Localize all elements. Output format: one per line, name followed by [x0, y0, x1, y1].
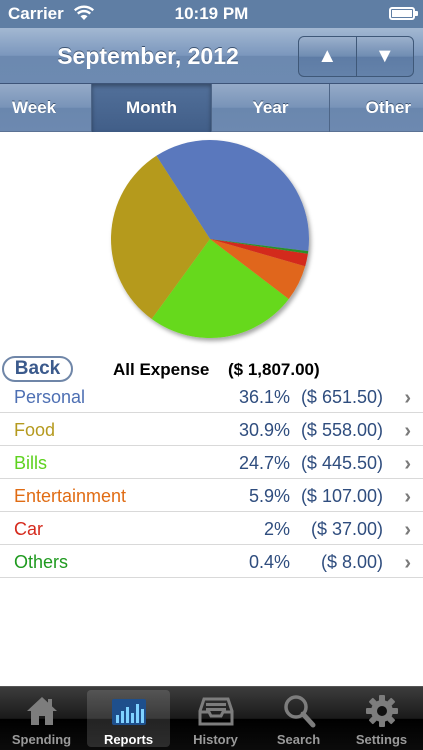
chevron-right-icon: › — [404, 387, 411, 409]
category-percent: 24.7% — [238, 453, 290, 473]
tab-month-label: Month — [126, 98, 177, 117]
category-name: Personal — [14, 387, 86, 407]
tab-reports[interactable]: Reports — [87, 690, 170, 747]
category-amount: ($ 558.00) — [300, 420, 383, 440]
app-screen: Carrier 10:19 PM September, 2012 ▲ ▼ Wee… — [0, 0, 423, 750]
category-amount: ($ 445.50) — [300, 453, 383, 473]
chevron-right-icon: › — [404, 519, 411, 541]
pie-chart-svg — [110, 140, 309, 339]
tab-search[interactable]: Search — [257, 687, 340, 750]
category-name: Food — [14, 420, 56, 440]
category-list: Personal 36.1% ($ 651.50) › Food 30.9% (… — [0, 380, 423, 578]
battery-icon — [389, 7, 418, 20]
tab-week-label: Week — [12, 98, 57, 117]
inbox-tray-icon — [196, 692, 236, 730]
category-row-bills[interactable]: Bills 24.7% ($ 445.50) › — [0, 446, 423, 479]
tab-settings[interactable]: Settings — [340, 687, 423, 750]
category-row-entertainment[interactable]: Entertainment 5.9% ($ 107.00) › — [0, 479, 423, 512]
category-percent: 30.9% — [238, 420, 290, 440]
month-stepper: ▲ ▼ — [298, 36, 414, 77]
category-name: Bills — [14, 453, 48, 473]
category-row-others[interactable]: Others 0.4% ($ 8.00) › — [0, 545, 423, 578]
status-bar: Carrier 10:19 PM — [0, 0, 423, 28]
category-row-food[interactable]: Food 30.9% ($ 558.00) › — [0, 413, 423, 446]
summary-label: All Expense — [113, 360, 210, 379]
nav-bar: September, 2012 ▲ ▼ — [0, 28, 423, 84]
down-arrow-icon: ▼ — [374, 45, 395, 67]
category-percent: 0.4% — [248, 552, 290, 572]
tab-week[interactable]: Week — [0, 84, 92, 132]
category-name: Car — [14, 519, 44, 539]
next-month-button[interactable]: ▼ — [355, 37, 414, 76]
chevron-right-icon: › — [404, 486, 411, 508]
expense-pie-chart — [108, 137, 318, 347]
tab-reports-label: Reports — [103, 732, 154, 747]
chevron-right-icon: › — [404, 420, 411, 442]
previous-month-button[interactable]: ▲ — [299, 37, 356, 76]
category-name: Others — [14, 552, 69, 572]
tab-spending-label: Spending — [11, 732, 72, 747]
category-percent: 2% — [263, 519, 290, 539]
chevron-right-icon: › — [404, 552, 411, 574]
tab-month[interactable]: Month — [92, 84, 212, 132]
category-amount: ($ 8.00) — [320, 552, 383, 572]
up-arrow-icon: ▲ — [317, 45, 338, 67]
page-title: September, 2012 — [57, 43, 239, 69]
category-amount: ($ 107.00) — [300, 486, 383, 506]
category-percent: 36.1% — [238, 387, 290, 407]
tab-history[interactable]: History — [174, 687, 257, 750]
house-icon — [22, 692, 62, 730]
category-name: Entertainment — [14, 486, 127, 506]
tab-year-label: Year — [252, 98, 289, 117]
category-amount: ($ 37.00) — [310, 519, 383, 539]
period-segmented-control: Week Month Year Other — [0, 84, 423, 132]
gear-icon — [362, 692, 402, 730]
bar-chart-icon — [109, 692, 149, 730]
chevron-right-icon: › — [404, 453, 411, 475]
tab-settings-label: Settings — [355, 732, 408, 747]
tab-other[interactable]: Other — [330, 84, 423, 132]
category-amount: ($ 651.50) — [300, 387, 383, 407]
category-row-personal[interactable]: Personal 36.1% ($ 651.50) › — [0, 380, 423, 413]
back-button[interactable]: Back — [2, 356, 73, 382]
category-row-car[interactable]: Car 2% ($ 37.00) › — [0, 512, 423, 545]
tab-search-label: Search — [276, 732, 321, 747]
tab-spending[interactable]: Spending — [0, 687, 83, 750]
category-percent: 5.9% — [248, 486, 290, 506]
summary-total: ($ 1,807.00) — [228, 360, 320, 379]
status-time: 10:19 PM — [174, 4, 249, 23]
tab-history-label: History — [193, 732, 238, 747]
tab-year[interactable]: Year — [212, 84, 330, 132]
magnifier-icon — [279, 692, 319, 730]
tab-other-label: Other — [365, 98, 411, 117]
bottom-tab-bar: Spending Reports History Search Settings — [0, 686, 423, 750]
